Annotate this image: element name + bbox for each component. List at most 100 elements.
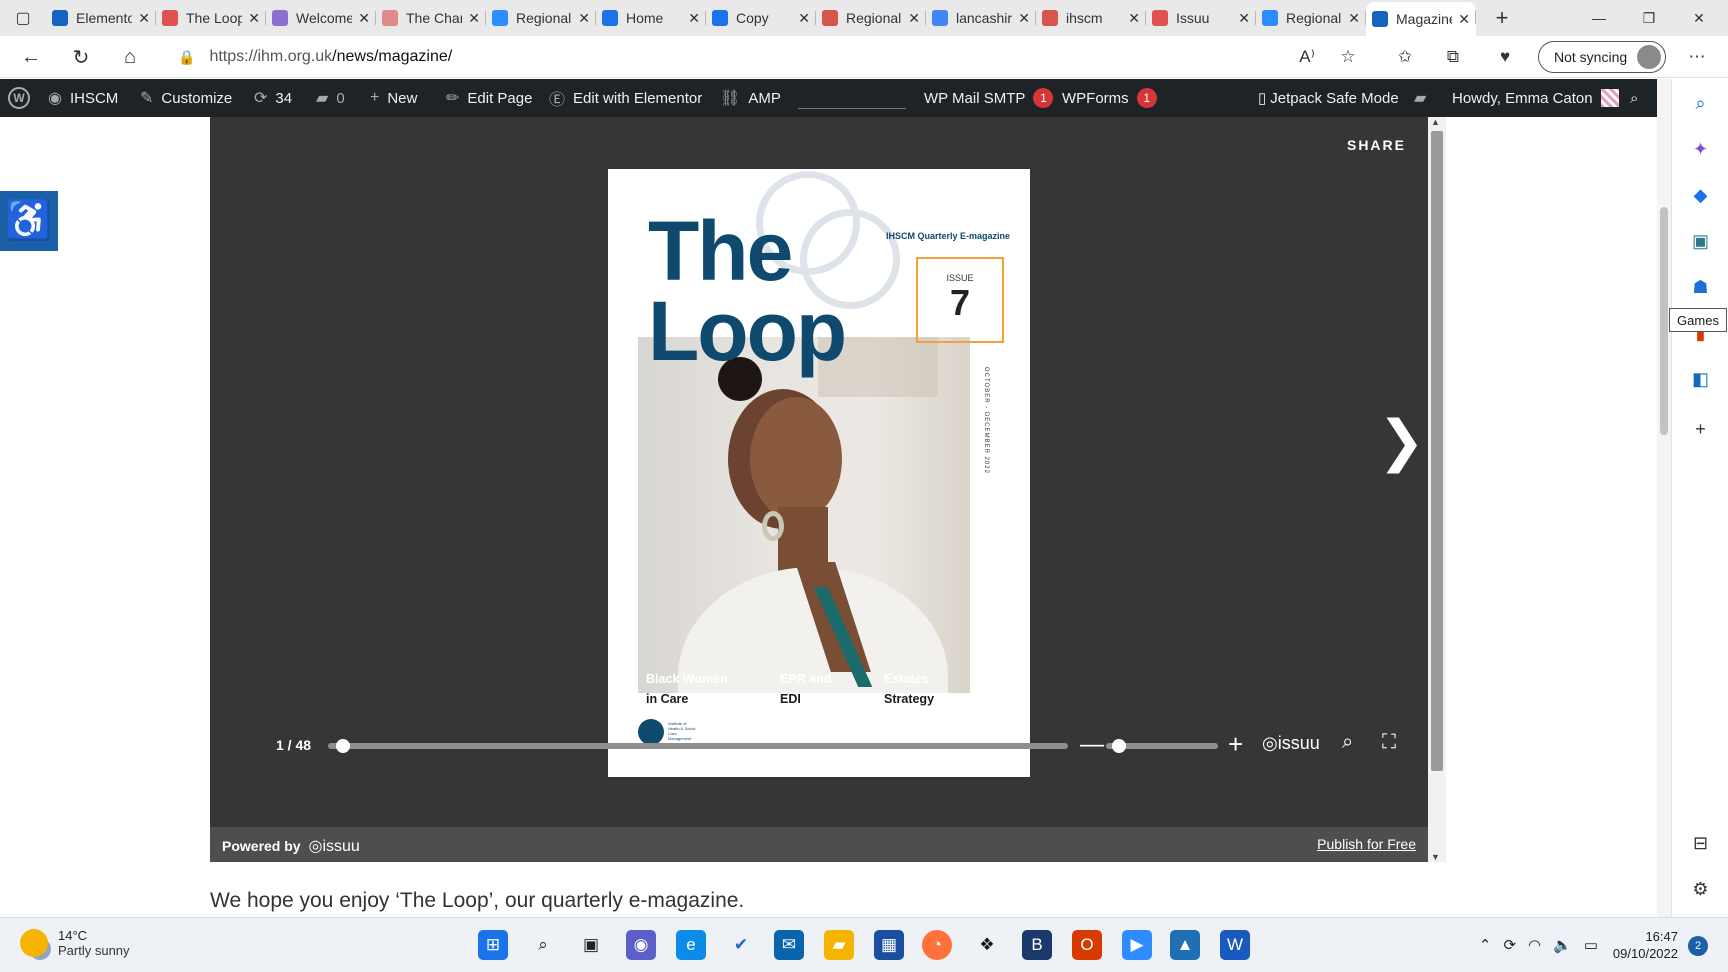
close-tab-icon[interactable]: ✕ [1018,10,1030,27]
outlook-icon[interactable]: ◧ [1672,359,1728,399]
close-tab-icon[interactable]: ✕ [1238,10,1250,27]
close-tab-icon[interactable]: ✕ [578,10,590,27]
fullscreen-icon[interactable]: ⛶ [1382,731,1396,754]
zoom-app-icon[interactable]: ▶ [1122,930,1152,960]
photos-app-icon[interactable]: ▲ [1170,930,1200,960]
zoom-out-icon[interactable]: — [1080,731,1104,759]
hide-sidebar-icon[interactable]: ⊟ [1672,823,1728,863]
taskbar-search-icon[interactable]: ⌕ [528,930,558,960]
wp-amp-link[interactable]: ⛓ AMP [720,79,781,117]
word-app-icon[interactable]: W [1220,930,1250,960]
dropbox-icon[interactable]: ❖ [972,930,1002,960]
b-app-icon[interactable]: B [1022,930,1052,960]
browser-tab[interactable]: Magazine ✕ [1366,2,1476,36]
wifi-icon[interactable]: ◠ [1528,936,1541,954]
refresh-button[interactable]: ↻ [64,42,98,72]
zoom-in-icon[interactable]: + [1228,729,1243,760]
todo-check-icon[interactable]: ✔ [726,930,756,960]
magnify-icon[interactable]: ⌕ [1342,731,1353,754]
wordpress-logo-icon[interactable]: W [8,79,30,117]
close-tab-icon[interactable]: ✕ [798,10,810,27]
close-tab-icon[interactable]: ✕ [1458,11,1470,28]
wp-updates-link[interactable]: ⟳ 34 [254,79,292,117]
restore-button[interactable]: ❐ [1624,0,1674,36]
tab-actions-button[interactable]: ▢ [0,0,46,36]
browser-tab[interactable]: Regional ✕ [486,3,596,33]
windows-start-icon[interactable]: ⊞ [478,930,508,960]
wp-site-link[interactable]: ◉ IHSCM [48,79,118,117]
weather-widget[interactable]: 14°C Partly sunny [20,928,130,958]
store-icon[interactable]: ▦ [874,930,904,960]
games-icon[interactable]: ☗ [1672,267,1728,307]
add-favorite-icon[interactable]: ☆ [1333,42,1363,72]
page-progress-slider[interactable] [328,739,1068,753]
share-button[interactable]: SHARE [1347,137,1406,153]
favorites-icon[interactable]: ✩ [1390,42,1420,72]
powered-by[interactable]: Powered by ◎issuu [222,836,360,856]
browser-tab[interactable]: Regional ✕ [816,3,926,33]
file-explorer-icon[interactable]: ▰ [824,930,854,960]
wp-comments-link[interactable]: ▰ 0 [316,79,345,117]
close-tab-icon[interactable]: ✕ [358,10,370,27]
wp-new-link[interactable]: + New [370,79,417,117]
close-tab-icon[interactable]: ✕ [248,10,260,27]
issuu-logo[interactable]: ◎issuu [1262,733,1320,754]
home-button[interactable]: ⌂ [113,42,147,72]
more-menu-icon[interactable]: ⋯ [1682,42,1712,72]
viewer-scrollbar[interactable]: ▲ ▼ [1428,117,1446,862]
accessibility-button[interactable]: ♿ [0,191,58,251]
next-page-chevron-icon[interactable]: ❯ [1378,413,1425,469]
close-tab-icon[interactable]: ✕ [688,10,700,27]
browser-tab[interactable]: lancashire ✕ [926,3,1036,33]
wp-wpforms-link[interactable]: WPForms 1 [1062,79,1157,117]
close-tab-icon[interactable]: ✕ [1348,10,1360,27]
add-sidebar-app-icon[interactable]: + [1672,409,1728,449]
zoom-knob[interactable] [1112,739,1127,753]
tools-icon[interactable]: ▣ [1672,221,1728,261]
browser-tab[interactable]: Home ✕ [596,3,706,33]
sidebar-settings-gear-icon[interactable]: ⚙ [1672,869,1728,909]
sync-tray-icon[interactable]: ⟳ [1503,936,1516,954]
collections-icon[interactable]: ⧉ [1438,42,1468,72]
teams-chat-icon[interactable]: ◉ [626,930,656,960]
browser-tab[interactable]: Issuu ✕ [1146,3,1256,33]
clock[interactable]: 16:47 09/10/2022 [1596,928,1678,962]
tray-overflow-icon[interactable]: ⌃ [1479,936,1492,954]
url-field[interactable]: 🔒 https://ihm.org.uk/news/magazine/ [162,40,1362,74]
read-aloud-icon[interactable]: A⁾ [1292,42,1322,72]
firefox-icon[interactable]: ◔ [922,930,952,960]
close-window-button[interactable]: ✕ [1674,0,1724,36]
new-tab-button[interactable]: + [1484,5,1520,31]
search-icon[interactable]: ⌕ [1672,83,1728,123]
progress-knob[interactable] [335,739,350,753]
back-button[interactable]: ← [14,42,48,72]
edge-browser-icon[interactable]: e [676,930,706,960]
magazine-cover[interactable]: The Loop IHSCM Quarterly E-magazine ISSU… [608,169,1030,777]
wp-customize-link[interactable]: ✎ Customize [140,79,232,117]
close-tab-icon[interactable]: ✕ [468,10,480,27]
wp-account-link[interactable]: Howdy, Emma Caton [1452,79,1619,117]
zoom-slider[interactable] [1106,739,1218,753]
browser-tab[interactable]: Elementor ✕ [46,3,156,33]
volume-icon[interactable]: 🔈 [1553,936,1572,954]
scroll-down-icon[interactable]: ▼ [1431,852,1440,862]
notification-badge[interactable]: 2 [1688,936,1708,956]
browser-essentials-icon[interactable]: ♥ [1490,42,1520,72]
minimize-button[interactable]: — [1574,0,1624,36]
browser-tab[interactable]: Welcome ✕ [266,3,376,33]
close-tab-icon[interactable]: ✕ [908,10,920,27]
close-tab-icon[interactable]: ✕ [1128,10,1140,27]
browser-tab[interactable]: The Chart ✕ [376,3,486,33]
browser-tab[interactable]: Regional ✕ [1256,3,1366,33]
wp-mail-smtp-link[interactable]: WP Mail SMTP 1 [924,79,1054,117]
browser-tab[interactable]: The Loop ✕ [156,3,266,33]
mail-icon[interactable]: ✉ [774,930,804,960]
wp-elementor-link[interactable]: Ⓔ Edit with Elementor [549,79,702,117]
browser-tab[interactable]: ihscm ✕ [1036,3,1146,33]
browser-tab[interactable]: Copy ✕ [706,3,816,33]
profile-sync-button[interactable]: Not syncing [1538,41,1666,73]
close-tab-icon[interactable]: ✕ [138,10,150,27]
task-view-icon[interactable]: ▣ [576,930,606,960]
scroll-up-icon[interactable]: ▲ [1431,117,1440,127]
wp-edit-page-link[interactable]: ✏ Edit Page [446,79,532,117]
